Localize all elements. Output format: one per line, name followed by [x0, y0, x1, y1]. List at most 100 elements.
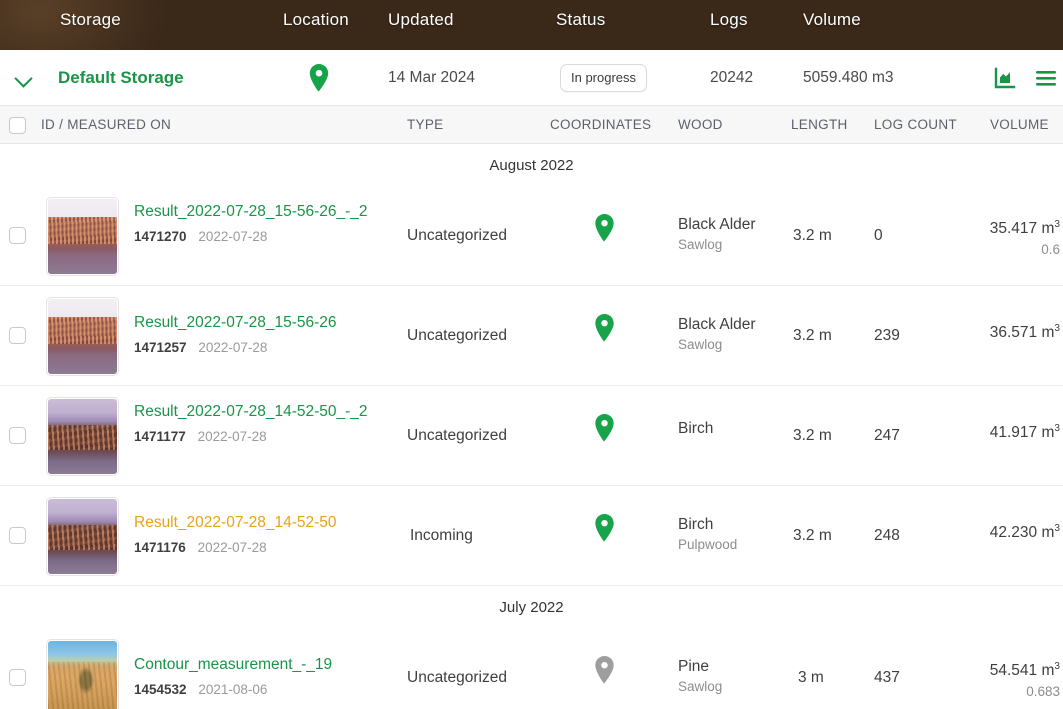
table-row[interactable]: Result_2022-07-28_15-56-26_-_2 1471270 2…	[0, 186, 1063, 286]
select-all-checkbox[interactable]	[9, 117, 26, 134]
logpile-thumbnail-image	[48, 399, 117, 474]
row-volume-secondary: 0.683	[1026, 684, 1060, 700]
column-header-coordinates[interactable]: COORDINATES	[550, 117, 651, 132]
row-assortment: Pulpwood	[678, 537, 738, 552]
table-row[interactable]: Result_2022-07-28_14-52-50_-_2 1471177 2…	[0, 386, 1063, 486]
row-type: Incoming	[410, 527, 473, 544]
storage-total-volume: 5059.480 m3	[803, 50, 894, 106]
logpile-thumbnail-image	[48, 299, 117, 374]
row-thumbnail[interactable]	[46, 397, 119, 476]
measurement-name-link[interactable]: Result_2022-07-28_15-56-26	[134, 312, 402, 333]
row-select-checkbox[interactable]	[9, 427, 26, 444]
month-group-header: August 2022	[0, 144, 1063, 186]
storage-updated-date: 14 Mar 2024	[388, 50, 475, 106]
measurement-id: 1471176	[134, 540, 186, 555]
row-select-checkbox[interactable]	[9, 327, 26, 344]
measurement-name-link[interactable]: Result_2022-07-28_14-52-50	[134, 512, 402, 533]
status-badge-label: In progress	[560, 64, 648, 92]
row-meta: 1454532 2021-08-06	[134, 681, 414, 699]
row-volume-secondary: 0.6	[1041, 242, 1060, 258]
row-log-count: 239	[874, 327, 900, 344]
measured-on-date: 2022-07-28	[197, 540, 267, 555]
row-thumbnail[interactable]	[46, 639, 119, 709]
status-badge[interactable]: In progress	[560, 50, 648, 106]
banner-label-storage: Storage	[60, 10, 121, 29]
banner-label-updated: Updated	[388, 10, 454, 29]
row-coordinates-pin[interactable]	[592, 655, 617, 690]
row-volume: 42.230 m3	[989, 523, 1060, 542]
row-volume: 35.417 m3	[989, 219, 1060, 238]
column-header-id[interactable]: ID / MEASURED ON	[41, 117, 171, 132]
row-type: Uncategorized	[407, 227, 507, 244]
row-coordinates-pin[interactable]	[592, 213, 617, 248]
row-wood-species: Birch	[678, 420, 714, 437]
measurement-name-link[interactable]: Contour_measurement_-_19	[134, 654, 414, 675]
row-length: 3.2 m	[793, 227, 832, 244]
row-thumbnail[interactable]	[46, 197, 119, 276]
hamburger-menu-icon	[1035, 68, 1057, 88]
row-meta: 1471270 2022-07-28	[134, 228, 402, 246]
banner-label-logs: Logs	[710, 10, 748, 29]
row-coordinates-pin[interactable]	[592, 313, 617, 348]
volume-value: 5059.480 m	[803, 69, 885, 86]
volume-unit-exponent: 3	[884, 69, 894, 86]
row-coordinates-pin[interactable]	[592, 513, 617, 548]
row-coordinates-pin[interactable]	[592, 413, 617, 448]
measured-on-date: 2022-07-28	[198, 229, 268, 244]
row-length: 3.2 m	[793, 327, 832, 344]
banner-label-location: Location	[283, 10, 349, 29]
row-log-count: 437	[874, 669, 900, 686]
row-log-count: 0	[874, 227, 883, 244]
row-select-checkbox[interactable]	[9, 527, 26, 544]
column-header-volume[interactable]: VOLUME	[990, 117, 1049, 132]
measured-on-date: 2022-07-28	[198, 340, 268, 355]
measurement-name-link[interactable]: Result_2022-07-28_15-56-26_-_2	[134, 201, 402, 222]
table-row[interactable]: Result_2022-07-28_15-56-26 1471257 2022-…	[0, 286, 1063, 386]
row-menu-button[interactable]	[1035, 50, 1057, 106]
row-thumbnail[interactable]	[46, 297, 119, 376]
row-type: Uncategorized	[407, 327, 507, 344]
map-pin-icon	[592, 213, 617, 243]
table-row[interactable]: Result_2022-07-28_14-52-50 1471176 2022-…	[0, 486, 1063, 586]
row-select-checkbox[interactable]	[9, 227, 26, 244]
chevron-down-icon	[14, 68, 34, 88]
banner-column-labels: Storage Location Updated Status Logs Vol…	[0, 0, 1063, 50]
row-wood-species: Birch	[678, 516, 714, 533]
column-header-length[interactable]: LENGTH	[791, 117, 848, 132]
logs-value: 20242	[710, 69, 754, 86]
map-pin-icon	[592, 655, 617, 685]
expand-storage-button[interactable]	[14, 50, 34, 106]
row-type: Uncategorized	[407, 427, 507, 444]
measurement-id: 1454532	[134, 682, 187, 697]
measured-on-date: 2021-08-06	[198, 682, 268, 697]
storage-summary-row[interactable]: Default Storage 14 Mar 2024 In progress …	[0, 50, 1063, 106]
table-row[interactable]: Contour_measurement_-_19 1454532 2021-08…	[0, 628, 1063, 709]
desert-thumbnail-image	[48, 641, 117, 709]
column-header-log-count[interactable]: LOG COUNT	[874, 117, 957, 132]
storage-name[interactable]: Default Storage	[58, 50, 184, 106]
chart-view-button[interactable]	[993, 50, 1017, 106]
area-chart-icon	[993, 66, 1017, 90]
row-meta: 1471177 2022-07-28	[134, 428, 402, 446]
map-pin-icon	[592, 513, 617, 543]
row-log-count: 247	[874, 427, 900, 444]
row-volume: 54.541 m3	[989, 661, 1060, 680]
measurement-name-link[interactable]: Result_2022-07-28_14-52-50_-_2	[134, 401, 402, 422]
row-assortment: Sawlog	[678, 237, 723, 252]
map-pin-icon	[592, 313, 617, 343]
row-volume: 41.917 m3	[989, 423, 1060, 442]
row-wood-species: Black Alder	[678, 316, 756, 333]
column-header-wood[interactable]: WOOD	[678, 117, 723, 132]
month-group-header: July 2022	[0, 586, 1063, 628]
row-assortment: Sawlog	[678, 337, 723, 352]
measured-on-date: 2022-07-28	[197, 429, 267, 444]
measurement-id: 1471257	[134, 340, 187, 355]
row-meta: 1471257 2022-07-28	[134, 339, 402, 357]
row-select-checkbox[interactable]	[9, 669, 26, 686]
updated-value: 14 Mar 2024	[388, 69, 476, 86]
row-assortment: Sawlog	[678, 679, 723, 694]
column-header-type[interactable]: TYPE	[407, 117, 443, 132]
map-pin-icon	[592, 413, 617, 443]
row-thumbnail[interactable]	[46, 497, 119, 576]
storage-location-pin[interactable]	[306, 50, 332, 106]
